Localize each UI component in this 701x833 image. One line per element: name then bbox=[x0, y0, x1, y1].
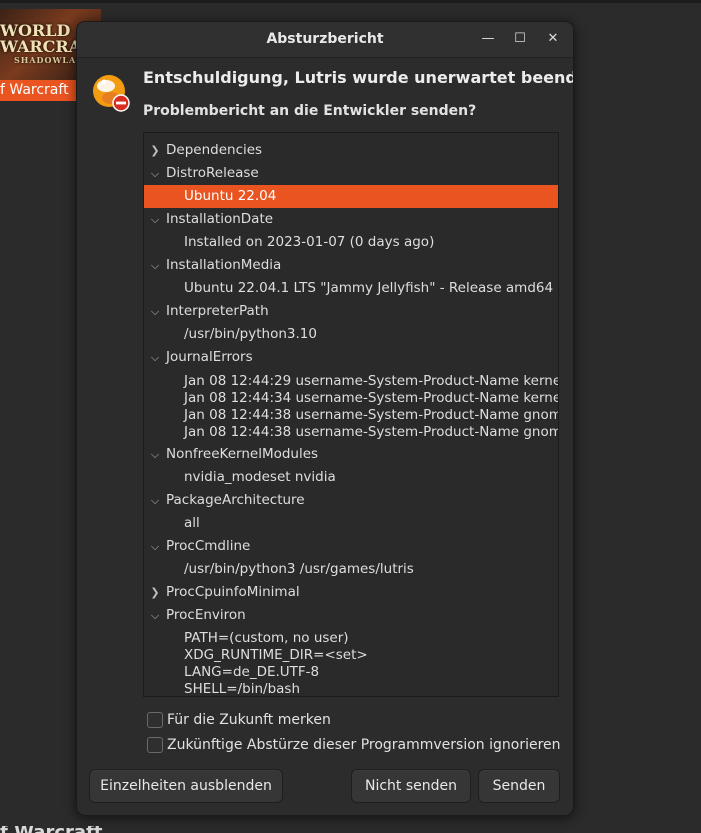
chevron-right-icon[interactable]: ❯ bbox=[149, 139, 161, 162]
tree-value-interpreterpath[interactable]: /usr/bin/python3.10 bbox=[144, 323, 558, 346]
tree-key-label: Dependencies bbox=[166, 142, 263, 158]
maximize-icon: ☐ bbox=[514, 31, 526, 46]
hide-details-button[interactable]: Einzelheiten ausblenden bbox=[89, 769, 283, 803]
tree-item-journalerrors[interactable]: ⌵ JournalErrors bbox=[144, 346, 558, 369]
send-button[interactable]: Senden bbox=[478, 769, 560, 803]
tree-key-label: PackageArchitecture bbox=[166, 492, 305, 508]
tree-item-dependencies[interactable]: ❯ Dependencies bbox=[144, 139, 558, 162]
tree-item-proccpuinfominimal[interactable]: ❯ ProcCpuinfoMinimal bbox=[144, 581, 558, 604]
tree-key-label: InstallationDate bbox=[166, 211, 274, 227]
chevron-down-icon[interactable]: ⌵ bbox=[149, 300, 161, 323]
environ-line[interactable]: PATH=(custom, no user) bbox=[184, 630, 349, 647]
tree-item-installationdate[interactable]: ⌵ InstallationDate bbox=[144, 208, 558, 231]
maximize-button[interactable]: ☐ bbox=[509, 28, 531, 50]
tree-key-label: InterpreterPath bbox=[166, 303, 269, 319]
crash-report-dialog: Absturzbericht — ☐ ✕ Entschuldigung, Lut… bbox=[76, 21, 574, 816]
tree-item-interpreterpath[interactable]: ⌵ InterpreterPath bbox=[144, 300, 558, 323]
tree-key-label: JournalErrors bbox=[166, 349, 253, 365]
environ-line[interactable]: XDG_RUNTIME_DIR=<set> bbox=[184, 647, 368, 664]
close-icon: ✕ bbox=[547, 31, 559, 46]
chevron-down-icon[interactable]: ⌵ bbox=[149, 604, 161, 627]
tree-value-installationmedia[interactable]: Ubuntu 22.04.1 LTS "Jammy Jellyfish" - R… bbox=[144, 277, 558, 300]
lutris-error-icon bbox=[93, 75, 130, 112]
report-details-tree[interactable]: ❯ Dependencies ⌵ DistroRelease Ubuntu 22… bbox=[143, 132, 559, 697]
remember-checkbox-label[interactable]: Für die Zukunft merken bbox=[167, 710, 331, 730]
tree-value-installationdate[interactable]: Installed on 2023-01-07 (0 days ago) bbox=[144, 231, 558, 254]
chevron-down-icon[interactable]: ⌵ bbox=[149, 208, 161, 231]
tree-value-proccmdline[interactable]: /usr/bin/python3 /usr/games/lutris bbox=[144, 558, 558, 581]
tree-key-label: ProcCpuinfoMinimal bbox=[166, 584, 300, 600]
tree-item-packagearchitecture[interactable]: ⌵ PackageArchitecture bbox=[144, 489, 558, 512]
tree-value-label: /usr/bin/python3.10 bbox=[184, 326, 317, 342]
remember-checkbox[interactable] bbox=[147, 712, 163, 728]
tree-value-packagearchitecture[interactable]: all bbox=[144, 512, 558, 535]
game-title-label[interactable]: f Warcraft bbox=[0, 80, 76, 101]
environ-line[interactable]: SHELL=/bin/bash bbox=[184, 681, 300, 696]
tree-key-label: InstallationMedia bbox=[166, 257, 282, 273]
titlebar[interactable]: Absturzbericht — ☐ ✕ bbox=[77, 22, 573, 58]
tree-key-label: ProcCmdline bbox=[166, 538, 251, 554]
journal-error-line[interactable]: Jan 08 12:44:29 username-System-Product-… bbox=[184, 373, 558, 390]
tree-value-label: Ubuntu 22.04.1 LTS "Jammy Jellyfish" - R… bbox=[184, 280, 558, 296]
tree-value-label: Installed on 2023-01-07 (0 days ago) bbox=[184, 234, 435, 250]
minimize-button[interactable]: — bbox=[477, 28, 499, 50]
tree-key-label: ProcEnviron bbox=[166, 607, 246, 623]
tree-value-distrorelease[interactable]: Ubuntu 22.04 bbox=[144, 185, 558, 208]
tree-value-label: /usr/bin/python3 /usr/games/lutris bbox=[184, 561, 414, 577]
ignore-future-crashes-label[interactable]: Zukünftige Abstürze dieser Programmversi… bbox=[167, 735, 561, 755]
close-button[interactable]: ✕ bbox=[542, 28, 564, 50]
tree-key-label: NonfreeKernelModules bbox=[166, 446, 319, 462]
journal-error-line[interactable]: Jan 08 12:44:38 username-System-Product-… bbox=[184, 424, 558, 441]
chevron-down-icon[interactable]: ⌵ bbox=[149, 346, 161, 369]
send-report-question: Problembericht an die Entwickler senden? bbox=[143, 103, 477, 119]
chevron-down-icon[interactable]: ⌵ bbox=[149, 162, 161, 185]
journal-error-line[interactable]: Jan 08 12:44:34 username-System-Product-… bbox=[184, 390, 558, 407]
chevron-down-icon[interactable]: ⌵ bbox=[149, 489, 161, 512]
tree-value-label: all bbox=[184, 515, 200, 531]
tree-value-label: Ubuntu 22.04 bbox=[184, 188, 277, 204]
tree-item-proccmdline[interactable]: ⌵ ProcCmdline bbox=[144, 535, 558, 558]
tree-item-installationmedia[interactable]: ⌵ InstallationMedia bbox=[144, 254, 558, 277]
tree-item-nonfreekernelmodules[interactable]: ⌵ NonfreeKernelModules bbox=[144, 443, 558, 466]
chevron-down-icon[interactable]: ⌵ bbox=[149, 254, 161, 277]
minimize-icon: — bbox=[481, 31, 495, 46]
chevron-down-icon[interactable]: ⌵ bbox=[149, 535, 161, 558]
chevron-right-icon[interactable]: ❯ bbox=[149, 581, 161, 604]
tree-value-nonfreekernelmodules[interactable]: nvidia_modeset nvidia bbox=[144, 466, 558, 489]
dont-send-button[interactable]: Nicht senden bbox=[351, 769, 471, 803]
top-bar bbox=[0, 0, 701, 3]
error-heading: Entschuldigung, Lutris wurde unerwartet … bbox=[143, 68, 574, 87]
tree-value-label: nvidia_modeset nvidia bbox=[184, 469, 336, 485]
tree-key-label: DistroRelease bbox=[166, 165, 259, 181]
ignore-future-crashes-checkbox[interactable] bbox=[147, 737, 163, 753]
journal-error-line[interactable]: Jan 08 12:44:38 username-System-Product-… bbox=[184, 407, 558, 424]
environ-line[interactable]: LANG=de_DE.UTF-8 bbox=[184, 664, 319, 681]
background-game-title: f Warcraft bbox=[0, 826, 140, 833]
chevron-down-icon[interactable]: ⌵ bbox=[149, 443, 161, 466]
tree-item-distrorelease[interactable]: ⌵ DistroRelease bbox=[144, 162, 558, 185]
tree-item-procenviron[interactable]: ⌵ ProcEnviron bbox=[144, 604, 558, 627]
